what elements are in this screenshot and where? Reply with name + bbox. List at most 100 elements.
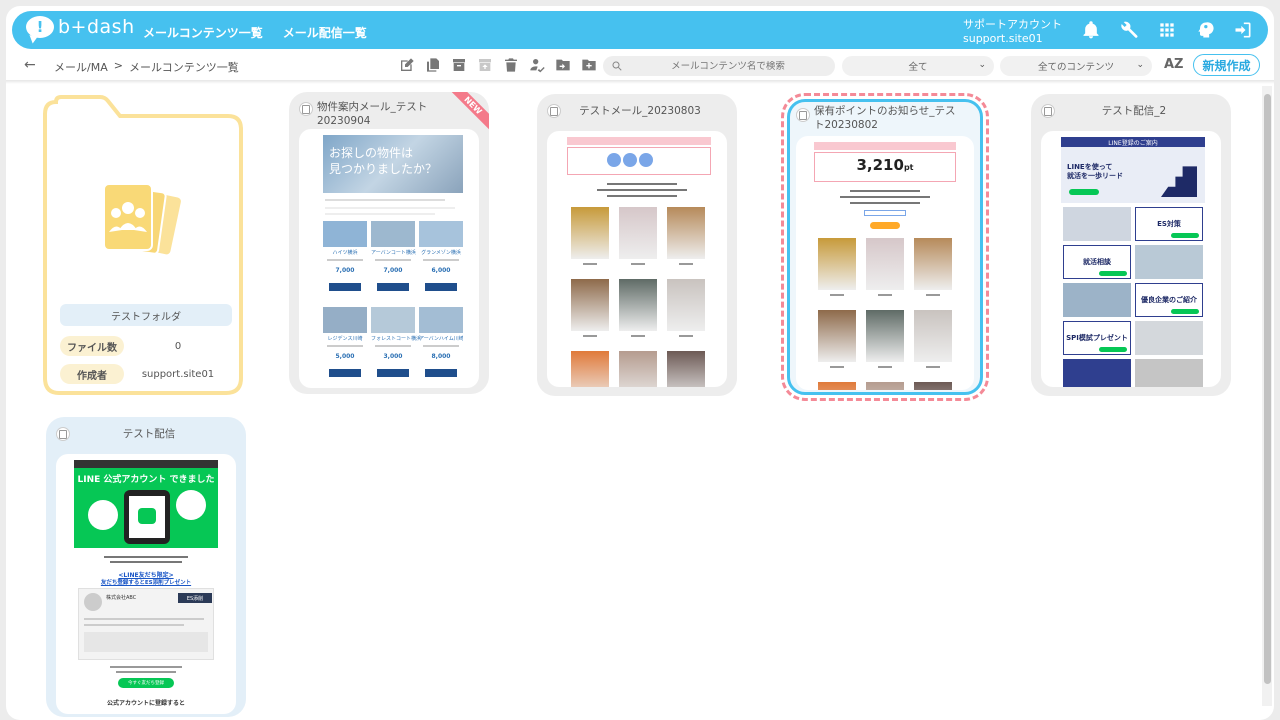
- property-name: アーバンハイム川崎: [419, 336, 463, 342]
- property-price: 5,000: [335, 353, 355, 360]
- content-card[interactable]: テストメール_20230803: [537, 94, 737, 396]
- wrench-icon[interactable]: [1110, 19, 1148, 41]
- content-thumbnail: お探しの物件は 見つかりましたか？ ハイツ横浜 7,000 アーバンコート横浜 7,0…: [299, 129, 479, 388]
- copy-icon[interactable]: [422, 55, 444, 75]
- property-button: [329, 283, 361, 291]
- search-icon: [612, 61, 622, 71]
- recruit-tile-button: [1099, 347, 1127, 352]
- property-line: [375, 259, 411, 261]
- property-line: [327, 259, 363, 261]
- chevron-down-icon: ⌄: [1136, 60, 1144, 70]
- search-input[interactable]: [633, 60, 823, 72]
- folder-card[interactable]: テストフォルダ ファイル数 0 作成者 support.site01: [42, 94, 244, 396]
- header-divider: [6, 80, 1274, 84]
- bell-icon[interactable]: [1072, 19, 1110, 41]
- recruit-tile: [1135, 359, 1203, 387]
- move-folder-icon[interactable]: [552, 55, 574, 75]
- add-folder-icon[interactable]: [578, 55, 600, 75]
- recruit-tile-label: ES対策: [1157, 220, 1181, 228]
- recruit-tile-label: 優良企業のご紹介: [1141, 296, 1197, 304]
- brain-icon[interactable]: [1186, 19, 1224, 41]
- product-photo: [866, 310, 904, 362]
- logo-text: b+dash: [58, 16, 135, 38]
- logo[interactable]: ! b+dash: [26, 16, 135, 38]
- product-photo: [914, 238, 952, 290]
- content-thumbnail: LINE登録のご案内 LINEを使って 就活を一歩リード ES対策 就活相談 優良企…: [1041, 131, 1221, 387]
- product-photo: [914, 382, 952, 390]
- content-card-selected[interactable]: 保有ポイントのお知らせ_テスト20230802 3,210pt: [781, 93, 989, 401]
- property-photo: [371, 307, 415, 333]
- team-folder-icon: [98, 180, 190, 263]
- unarchive-icon[interactable]: [474, 55, 496, 75]
- content-thumbnail: LINE 公式アカウント できました <LINE友だち限定> 友だち登録するとE…: [56, 454, 236, 714]
- product-photo: [818, 238, 856, 290]
- trash-icon[interactable]: [500, 55, 522, 75]
- product-photo: [866, 382, 904, 390]
- content-card[interactable]: 物件案内メール_テスト20230904 NEW お探しの物件は 見つかりましたか…: [289, 92, 489, 394]
- product-photo: [619, 207, 657, 259]
- product-label-line: [878, 294, 892, 296]
- top-header-bar: ! b+dash メールコンテンツ一覧 メール配信一覧 サポートアカウント su…: [12, 11, 1268, 49]
- chevron-down-icon: ⌄: [978, 60, 986, 70]
- folder-name: テストフォルダ: [60, 304, 232, 326]
- content-type-select[interactable]: 全てのコンテンツ ⌄: [1000, 56, 1152, 76]
- product-label-line: [830, 366, 844, 368]
- breadcrumb-root[interactable]: メール/MA: [54, 59, 108, 75]
- content-type-value: 全てのコンテンツ: [1037, 62, 1114, 73]
- sort-az-button[interactable]: AZ: [1164, 57, 1184, 72]
- product-label-line: [631, 263, 645, 265]
- recruit-tile-label: SPI模試プレゼント: [1066, 334, 1128, 342]
- grid-icon[interactable]: [1148, 19, 1186, 41]
- property-photo: [419, 221, 463, 247]
- property-name: ハイツ横浜: [332, 250, 358, 256]
- recruit-tile: [1063, 359, 1131, 387]
- product-photo: [818, 310, 856, 362]
- product-label-line: [878, 366, 892, 368]
- archive-icon[interactable]: [448, 55, 470, 75]
- content-card[interactable]: テスト配信_2 LINE登録のご案内 LINEを使って 就活を一歩リード ES対…: [1031, 94, 1231, 396]
- content-card[interactable]: テスト配信 LINE 公式アカウント できました <LINE友だち限定> 友だち…: [46, 417, 246, 717]
- back-arrow-icon[interactable]: ←: [24, 57, 36, 73]
- status-filter-value: 全て: [908, 62, 928, 73]
- folder-file-count-row: ファイル数 0: [60, 336, 232, 356]
- file-icon: [796, 108, 810, 122]
- logout-icon[interactable]: [1224, 19, 1262, 41]
- property-price: 6,000: [431, 267, 451, 274]
- product-photo: [667, 279, 705, 331]
- search-box: [603, 56, 835, 76]
- product-photo: [667, 351, 705, 387]
- property-name: レジデンス川崎: [327, 336, 363, 342]
- account-info[interactable]: サポートアカウント support.site01: [963, 18, 1062, 46]
- scrollbar-thumb[interactable]: [1264, 94, 1271, 684]
- product-photo: [914, 310, 952, 362]
- file-count-value: 0: [174, 340, 182, 352]
- recruit-tile: [1135, 321, 1203, 355]
- file-icon: [1041, 104, 1055, 118]
- toolbar: ← メール/MA > メールコンテンツ一覧 全て ⌄ 全てのコンテンツ ⌄: [6, 53, 1274, 79]
- breadcrumb-separator: >: [113, 59, 123, 72]
- account-site: support.site01: [963, 32, 1043, 45]
- property-photo: [323, 221, 367, 247]
- folder-creator-row: 作成者 support.site01: [60, 364, 232, 384]
- user-check-icon[interactable]: [526, 55, 548, 75]
- status-filter-select[interactable]: 全て ⌄: [842, 56, 994, 76]
- creator-value: support.site01: [141, 368, 215, 380]
- product-photo: [619, 351, 657, 387]
- nav-mail-delivery[interactable]: メール配信一覧: [283, 24, 367, 41]
- nav-mail-contents[interactable]: メールコンテンツ一覧: [143, 24, 263, 41]
- product-label-line: [631, 335, 645, 337]
- top-nav: メールコンテンツ一覧 メール配信一覧: [143, 24, 367, 41]
- edit-icon[interactable]: [396, 55, 418, 75]
- content-thumbnail: 3,210pt: [796, 136, 974, 390]
- content-card-title: テスト配信: [122, 428, 176, 440]
- product-photo: [571, 207, 609, 259]
- account-name: サポートアカウント: [963, 18, 1062, 31]
- app-window: ! b+dash メールコンテンツ一覧 メール配信一覧 サポートアカウント su…: [6, 6, 1274, 720]
- product-label-line: [926, 366, 940, 368]
- new-create-button[interactable]: 新規作成: [1193, 54, 1260, 76]
- property-price: 3,000: [383, 353, 403, 360]
- product-label-line: [679, 335, 693, 337]
- recruit-tile-button: [1099, 271, 1127, 276]
- recruit-tile-button: [1171, 309, 1199, 314]
- property-line: [375, 345, 411, 347]
